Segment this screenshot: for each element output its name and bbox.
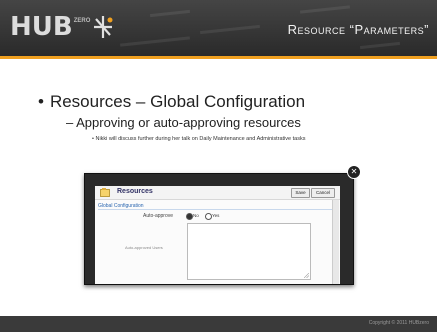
- bullet-level1-text: Resources – Global Configuration: [49, 92, 306, 111]
- hubzero-logo: HUB ZERO: [10, 12, 114, 42]
- section-divider: [98, 209, 338, 210]
- header-divider: [0, 56, 437, 59]
- embedded-screenshot: Resources Save Cancel Global Configurati…: [84, 165, 361, 285]
- resources-config-panel: Resources Save Cancel Global Configurati…: [95, 186, 340, 284]
- cancel-button[interactable]: Cancel: [311, 188, 335, 198]
- logo-text: HUB: [10, 12, 73, 42]
- auto-approved-users-textarea[interactable]: [187, 223, 311, 280]
- save-button[interactable]: Save: [291, 188, 310, 198]
- slide-header: HUB ZERO Resource “Parameters”: [0, 0, 437, 56]
- panel-title: Resources: [117, 188, 153, 195]
- panel-header: Resources Save Cancel: [95, 186, 340, 200]
- auto-approve-yes-label[interactable]: Yes: [212, 213, 219, 218]
- close-icon[interactable]: ✕: [347, 165, 361, 179]
- auto-approve-no-label[interactable]: No: [193, 213, 199, 218]
- copyright-text: Copyright © 2011 HUBzero: [368, 320, 429, 326]
- auto-approve-label: Auto-approve: [143, 213, 174, 219]
- slide-title: Resource “Parameters”: [287, 22, 429, 37]
- auto-approve-no-radio[interactable]: [186, 213, 193, 220]
- panel-scrollbar[interactable]: [332, 200, 339, 284]
- logo-superscript: ZERO: [73, 18, 91, 24]
- bullet-level2: – Approving or auto-approving resources: [66, 115, 301, 130]
- slide: HUB ZERO Resource “Parameters” • Resource…: [0, 0, 437, 332]
- bullet-level3-text: Nikki will discuss further during her ta…: [95, 136, 306, 142]
- bullet-level1: • Resources – Global Configuration: [38, 92, 306, 111]
- auto-approved-users-label: Auto-approved Users: [125, 245, 163, 250]
- resize-grip-icon[interactable]: [304, 273, 309, 278]
- resources-icon: [100, 188, 110, 197]
- bullet-level3: • Nikki will discuss further during her …: [92, 136, 306, 142]
- logo-star-icon: [94, 16, 113, 38]
- auto-approve-yes-radio[interactable]: [205, 213, 212, 220]
- slide-footer: Copyright © 2011 HUBzero: [0, 316, 437, 332]
